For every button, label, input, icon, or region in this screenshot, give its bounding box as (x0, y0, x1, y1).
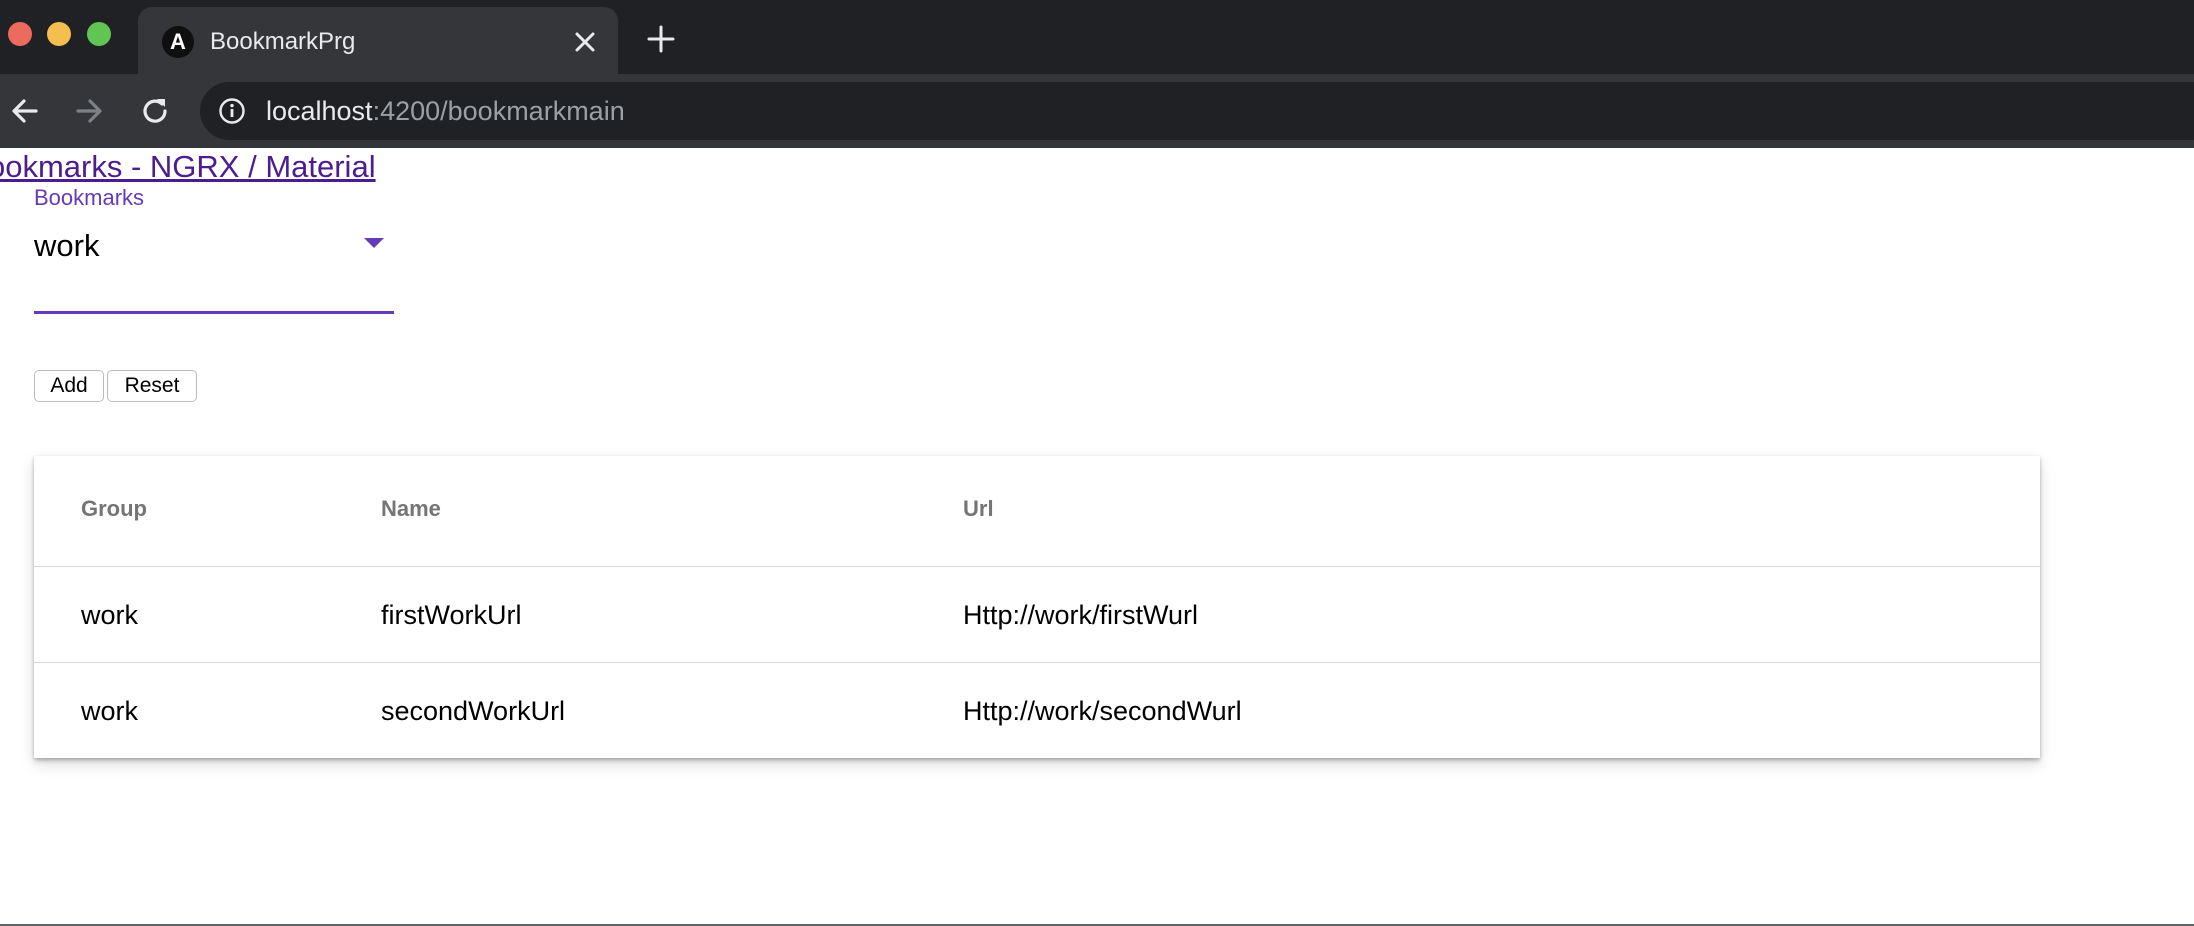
dropdown-arrow-icon[interactable] (364, 238, 384, 248)
page-content: ookmarks - NGRX / Material Bookmarks wor… (0, 148, 2194, 924)
table-header-row: Group Name Url (34, 456, 2040, 567)
page-title-link[interactable]: ookmarks - NGRX / Material (0, 148, 376, 186)
cell-name: secondWorkUrl (381, 696, 566, 726)
plus-icon[interactable] (646, 24, 676, 54)
column-header-url[interactable]: Url (963, 494, 994, 524)
browser-toolbar: localhost:4200/bookmarkmain (0, 74, 2194, 148)
cell-url: Http://work/secondWurl (963, 696, 1242, 726)
window-close-button[interactable] (8, 22, 32, 46)
select-label: Bookmarks (34, 185, 145, 210)
select-value: work (34, 228, 100, 263)
browser-tab-strip: A BookmarkPrg (0, 0, 2194, 74)
bookmarks-select[interactable]: Bookmarks work (34, 184, 394, 314)
browser-tab[interactable]: A BookmarkPrg (138, 7, 618, 74)
table-row[interactable]: work secondWorkUrl Http://work/secondWur… (34, 663, 2040, 758)
reset-button[interactable]: Reset (107, 370, 197, 402)
column-header-name[interactable]: Name (381, 494, 441, 524)
add-button[interactable]: Add (34, 370, 104, 402)
cell-url: Http://work/firstWurl (963, 600, 1199, 630)
cell-group: work (81, 600, 139, 630)
reload-icon[interactable] (138, 94, 172, 128)
info-icon[interactable] (218, 97, 246, 125)
cell-group: work (81, 696, 139, 726)
url-host: localhost (266, 96, 373, 126)
bookmarks-table: Group Name Url work firstWorkUrl Http://… (34, 456, 2040, 758)
close-icon[interactable] (570, 27, 600, 57)
select-underline (34, 311, 394, 314)
tab-title: BookmarkPrg (210, 28, 356, 55)
column-header-group[interactable]: Group (81, 494, 147, 524)
window-maximize-button[interactable] (87, 22, 111, 46)
address-bar[interactable]: localhost:4200/bookmarkmain (200, 82, 2194, 140)
url-path: :4200/bookmarkmain (372, 96, 625, 126)
address-url: localhost:4200/bookmarkmain (266, 93, 625, 129)
cell-name: firstWorkUrl (381, 600, 522, 630)
forward-arrow-icon[interactable] (72, 94, 106, 128)
back-arrow-icon[interactable] (8, 94, 42, 128)
window-minimize-button[interactable] (47, 22, 71, 46)
angular-logo-icon: A (162, 26, 194, 58)
table-row[interactable]: work firstWorkUrl Http://work/firstWurl (34, 567, 2040, 663)
